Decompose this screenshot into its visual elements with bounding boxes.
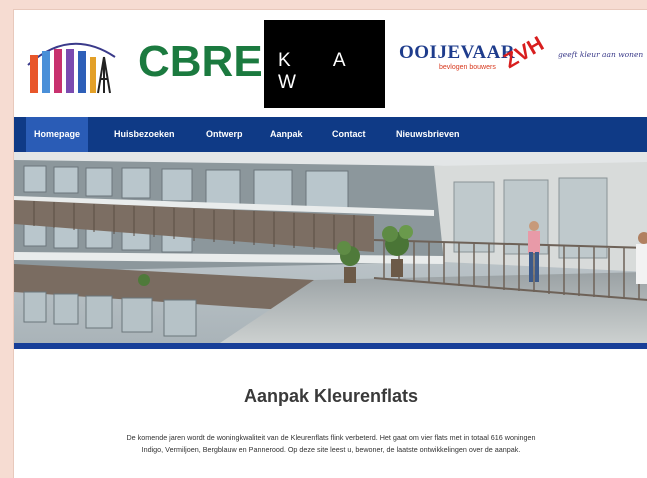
intro-text: De komende jaren wordt de woningkwalitei…: [14, 432, 647, 456]
zvh-mark: ZVH: [500, 32, 548, 74]
hero-image: [14, 152, 647, 347]
kaw-logo: K A W: [264, 20, 385, 108]
kaw-logo-text: K A W: [278, 50, 364, 93]
nav-ontwerp[interactable]: Ontwerp: [198, 117, 251, 152]
intro-line-2: Indigo, Vermiljoen, Bergblauw en Pannero…: [141, 445, 521, 454]
zvh-tagline: geeft kleur aan wonen: [558, 50, 644, 59]
nav-nieuwsbrieven[interactable]: Nieuwsbrieven: [388, 117, 468, 152]
nav-homepage[interactable]: Homepage: [26, 117, 89, 152]
sponsor-logo-strip: CBRE K A W OOIJEVAAR bevlogen bouwers ZV…: [14, 10, 647, 117]
zvh-logo: ZVH geeft kleur aan wonen: [500, 32, 647, 88]
intro-line-1: De komende jaren wordt de woningkwalitei…: [126, 433, 536, 442]
nav-contact[interactable]: Contact: [324, 117, 374, 152]
hero-bottom-bar: [14, 343, 647, 349]
ooijevaar-logo: OOIJEVAAR bevlogen bouwers: [399, 42, 516, 72]
main-nav: Homepage Huisbezoeken Ontwerp Aanpak Con…: [14, 117, 647, 152]
cbre-logo: CBRE: [138, 37, 263, 86]
nav-huisbezoeken[interactable]: Huisbezoeken: [106, 117, 183, 152]
ooijevaar-subtitle: bevlogen bouwers: [439, 64, 496, 71]
page-frame: CBRE K A W OOIJEVAAR bevlogen bouwers ZV…: [13, 9, 647, 478]
nav-aanpak[interactable]: Aanpak: [262, 117, 311, 152]
ooijevaar-wordmark: OOIJEVAAR: [399, 42, 516, 63]
page-title: Aanpak Kleurenflats: [243, 386, 419, 406]
kleurenflats-logo: [27, 42, 116, 94]
